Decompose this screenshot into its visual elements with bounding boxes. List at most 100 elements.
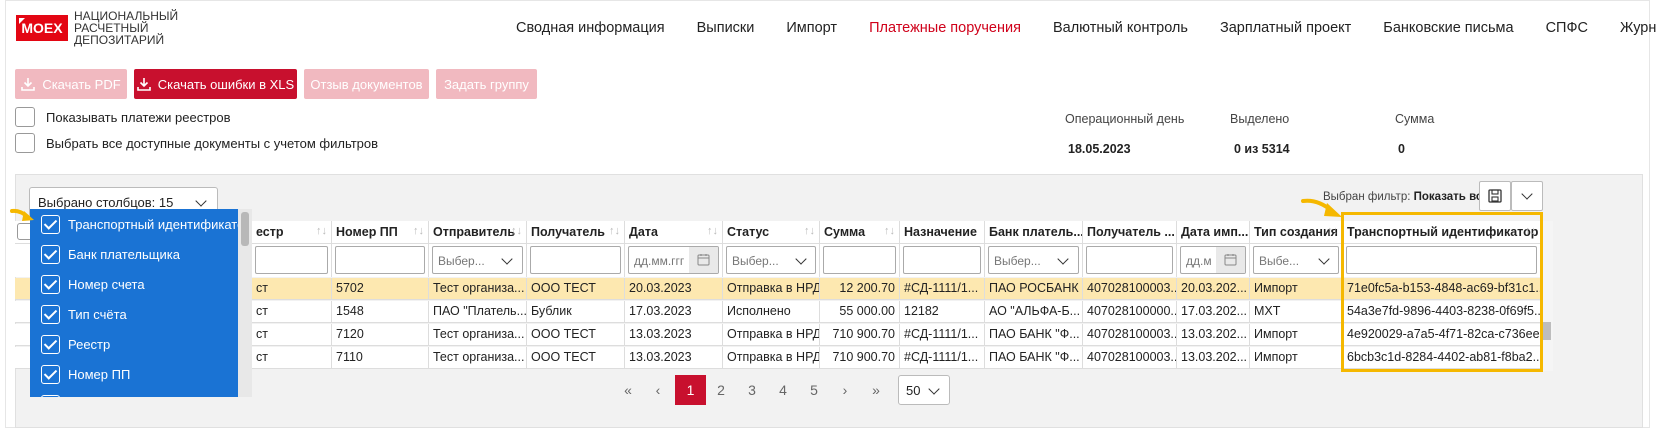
table-cell: Тест организа... xyxy=(429,347,527,369)
column-header-import-date[interactable]: Дата имп... xyxy=(1177,221,1250,244)
creation-type-filter-select[interactable]: Выбе... xyxy=(1253,246,1339,274)
popup-scroll-thumb[interactable] xyxy=(241,212,249,246)
first-page-button[interactable]: « xyxy=(613,375,643,405)
chevron-down-icon xyxy=(501,253,513,265)
sender-filter-select[interactable]: Выбер... xyxy=(432,246,523,274)
column-header-transport-id[interactable]: Транспортный идентификатор ↑↓ xyxy=(1343,221,1541,244)
column-option-payer-bank[interactable]: Банк плательщика xyxy=(41,245,180,264)
table-cell: 71e0fc5a-b153-4848-ac69-bf31c1... xyxy=(1343,278,1541,300)
payer-bank-filter-select[interactable]: Выбер... xyxy=(988,246,1079,274)
date-filter-input[interactable]: дд.мм.ггг xyxy=(628,246,719,274)
nav-item-salary-project[interactable]: Зарплатный проект xyxy=(1220,20,1351,36)
calendar-icon[interactable] xyxy=(1216,247,1245,273)
header-label: Номер ПП xyxy=(336,225,398,239)
nav-item-spfs[interactable]: СПФС xyxy=(1546,20,1588,36)
table-cell: Отправка в НРД xyxy=(723,278,820,300)
table-cell: 12 200.70 xyxy=(820,278,900,300)
show-registry-payments-option[interactable]: Показывать платежи реестров xyxy=(15,107,231,127)
page-size-select[interactable]: 50 xyxy=(898,375,950,405)
status-filter-select[interactable]: Выбер... xyxy=(726,246,816,274)
save-filter-button[interactable] xyxy=(1479,181,1511,211)
page-2-button[interactable]: 2 xyxy=(706,375,736,405)
column-checkbox[interactable] xyxy=(41,335,60,354)
select-all-filtered-option[interactable]: Выбрать все доступные документы с учетом… xyxy=(15,133,378,153)
column-option-registry[interactable]: Реестр xyxy=(41,335,110,354)
filter-menu-button[interactable] xyxy=(1511,181,1543,211)
next-page-button[interactable]: › xyxy=(830,375,860,405)
table-scroll-thumb[interactable] xyxy=(1543,322,1551,340)
column-option-transport-id[interactable]: Транспортный идентификатор xyxy=(41,215,252,234)
nav-item-statements[interactable]: Выписки xyxy=(697,20,755,36)
page-5-button[interactable]: 5 xyxy=(799,375,829,405)
column-option-account-number[interactable]: Номер счета xyxy=(41,275,145,294)
select-all-filtered-checkbox[interactable] xyxy=(15,133,35,153)
nav-item-summary[interactable]: Сводная информация xyxy=(516,20,665,36)
column-header-purpose[interactable]: Назначение xyxy=(900,221,985,244)
column-header-status[interactable]: Статус ↑↓ xyxy=(723,221,820,244)
column-checkbox[interactable] xyxy=(41,365,60,384)
column-header-recipient-account[interactable]: Получатель ... xyxy=(1083,221,1177,244)
column-header-date[interactable]: Дата ↑↓ xyxy=(625,221,723,244)
set-group-button[interactable]: Задать группу xyxy=(436,69,537,99)
logo[interactable]: MOEX НАЦИОНАЛЬНЫЙ РАСЧЕТНЫЙ ДЕПОЗИТАРИЙ xyxy=(16,10,178,46)
table-cell: 7110 xyxy=(332,347,429,369)
table-cell: 5702 xyxy=(332,278,429,300)
purpose-filter-input[interactable] xyxy=(903,246,981,274)
column-option-partial[interactable] xyxy=(41,395,68,397)
sort-icon: ↑↓ xyxy=(1525,225,1536,237)
table-cell: Бублик xyxy=(527,301,625,323)
calendar-icon[interactable] xyxy=(689,247,718,273)
column-option-order-number[interactable]: Номер ПП xyxy=(41,365,130,384)
nav-item-currency-control[interactable]: Валютный контроль xyxy=(1053,20,1188,36)
show-registry-payments-checkbox[interactable] xyxy=(15,107,35,127)
column-header-sender[interactable]: Отправитель ↑↓ xyxy=(429,221,527,244)
import-date-filter-input[interactable]: дд.м xyxy=(1180,246,1246,274)
nav-item-bank-letters[interactable]: Банковские письма xyxy=(1383,20,1513,36)
table-cell: #СД-1111/1... xyxy=(900,278,985,300)
nav-item-journal[interactable]: Журнал xyxy=(1620,20,1657,36)
column-checkbox[interactable] xyxy=(41,245,60,264)
column-option-label: Транспортный идентификатор xyxy=(68,217,252,232)
column-checkbox[interactable] xyxy=(41,395,60,397)
column-option-account-type[interactable]: Тип счёта xyxy=(41,305,127,324)
table-cell: 7120 xyxy=(332,324,429,346)
recall-documents-button[interactable]: Отзыв документов xyxy=(304,69,429,99)
column-header-recipient[interactable]: Получатель ↑↓ xyxy=(527,221,625,244)
amount-filter-input[interactable] xyxy=(823,246,896,274)
recipient-account-filter-input[interactable] xyxy=(1086,246,1173,274)
page-4-button[interactable]: 4 xyxy=(768,375,798,405)
filter-cell xyxy=(332,244,429,277)
recipient-filter-input[interactable] xyxy=(530,246,621,274)
filter-name: Показать всё xyxy=(1413,191,1489,203)
nav-item-import[interactable]: Импорт xyxy=(786,20,837,36)
table-cell: 55 000.00 xyxy=(820,301,900,323)
page-1-button[interactable]: 1 xyxy=(675,375,706,405)
filter-cell: Выбер... xyxy=(429,244,527,277)
transport-id-filter-input[interactable] xyxy=(1346,246,1537,274)
column-header-creation-type[interactable]: Тип создания ↑↓ xyxy=(1250,221,1343,244)
page-3-button[interactable]: 3 xyxy=(737,375,767,405)
column-header-amount[interactable]: Сумма ↑↓ xyxy=(820,221,900,244)
column-header-order-number[interactable]: Номер ПП ↑↓ xyxy=(332,221,429,244)
table-vertical-scrollbar[interactable] xyxy=(1541,221,1553,371)
column-header-registry[interactable]: естр ↑↓ xyxy=(252,221,332,244)
order-number-filter-input[interactable] xyxy=(335,246,425,274)
op-day-label: Операционный день xyxy=(1065,112,1185,126)
filter-cell: Выбер... xyxy=(723,244,820,277)
sort-icon: ↑↓ xyxy=(413,225,424,237)
column-checkbox[interactable] xyxy=(41,215,60,234)
registry-filter-input[interactable] xyxy=(255,246,328,274)
chevron-down-icon xyxy=(1521,188,1533,200)
sort-icon: ↑↓ xyxy=(884,225,895,237)
column-checkbox[interactable] xyxy=(41,275,60,294)
column-option-label: Номер счета xyxy=(68,277,145,292)
chevron-down-icon xyxy=(795,253,807,265)
download-pdf-button[interactable]: Скачать PDF xyxy=(15,69,127,99)
prev-page-button[interactable]: ‹ xyxy=(643,375,673,405)
column-header-payer-bank[interactable]: Банк платель... xyxy=(985,221,1083,244)
nav-item-payment-orders[interactable]: Платежные поручения xyxy=(869,20,1021,36)
last-page-button[interactable]: » xyxy=(861,375,891,405)
column-checkbox[interactable] xyxy=(41,305,60,324)
chevron-down-icon xyxy=(1057,253,1069,265)
download-errors-xls-button[interactable]: Скачать ошибки в XLS xyxy=(134,69,297,99)
